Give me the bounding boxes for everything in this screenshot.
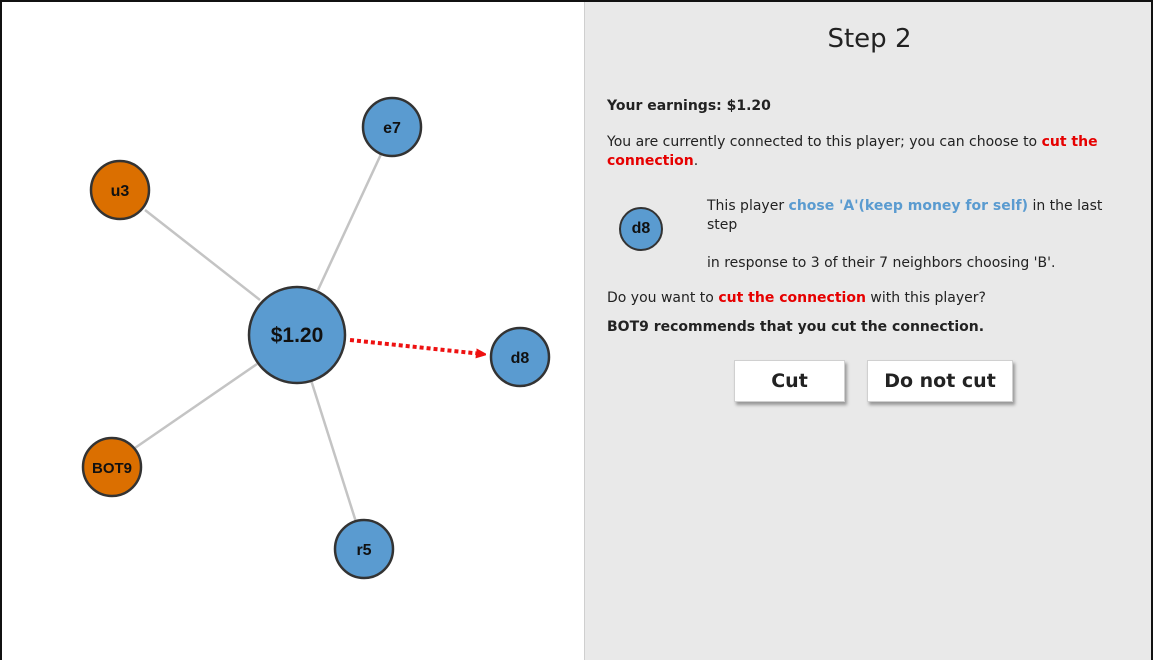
node-u3-label: u3 xyxy=(111,183,130,200)
app-frame: e7 u3 d8 BOT9 r5 $1.20 Step 2 Your earni… xyxy=(0,0,1153,660)
node-d8[interactable]: d8 xyxy=(489,326,551,388)
cut-button[interactable]: Cut xyxy=(734,360,845,402)
choice-prefix: This player xyxy=(707,198,789,214)
cut-arrow[interactable] xyxy=(349,338,482,354)
network-graph-svg: e7 u3 d8 BOT9 r5 $1.20 xyxy=(81,96,551,580)
player-response-text: in response to 3 of their 7 neighbors ch… xyxy=(707,255,1056,271)
player-choice-text: This player chose 'A'(keep money for sel… xyxy=(707,197,1137,235)
player-avatar-d8: d8 xyxy=(619,207,663,251)
question-cut-highlight: cut the connection xyxy=(718,290,866,306)
center-node-earnings-label: $1.20 xyxy=(271,324,324,347)
question-prefix: Do you want to xyxy=(607,290,719,306)
bot-recommendation: BOT9 recommends that you cut the connect… xyxy=(607,319,985,335)
connection-status-period: . xyxy=(693,153,699,169)
node-bot9[interactable]: BOT9 xyxy=(81,436,143,498)
edge-r5 xyxy=(309,379,358,523)
network-graph: e7 u3 d8 BOT9 r5 $1.20 xyxy=(2,2,583,660)
do-not-cut-button[interactable]: Do not cut xyxy=(867,360,1013,402)
node-d8-label: d8 xyxy=(511,350,530,367)
node-e7-label: e7 xyxy=(383,120,401,137)
choice-highlight: chose 'A'(keep money for self) xyxy=(788,198,1029,214)
node-u3[interactable]: u3 xyxy=(89,159,151,221)
earnings-text: Your earnings: $1.20 xyxy=(607,98,771,114)
edge-u3 xyxy=(144,209,261,301)
center-node-self: $1.20 xyxy=(247,285,347,385)
node-bot9-label: BOT9 xyxy=(92,460,132,477)
edge-e7 xyxy=(316,151,384,291)
step-title: Step 2 xyxy=(827,24,912,54)
decision-panel: Step 2 Your earnings: $1.20 You are curr… xyxy=(584,2,1151,660)
node-r5[interactable]: r5 xyxy=(333,518,395,580)
node-e7[interactable]: e7 xyxy=(361,96,423,158)
edge-bot9 xyxy=(131,362,258,452)
question-suffix: with this player? xyxy=(865,290,986,306)
connection-status-text: You are currently connected to this play… xyxy=(607,134,1042,150)
node-r5-label: r5 xyxy=(356,542,371,559)
cut-question: Do you want to cut the connection with t… xyxy=(607,289,1137,308)
connection-status: You are currently connected to this play… xyxy=(607,133,1137,171)
